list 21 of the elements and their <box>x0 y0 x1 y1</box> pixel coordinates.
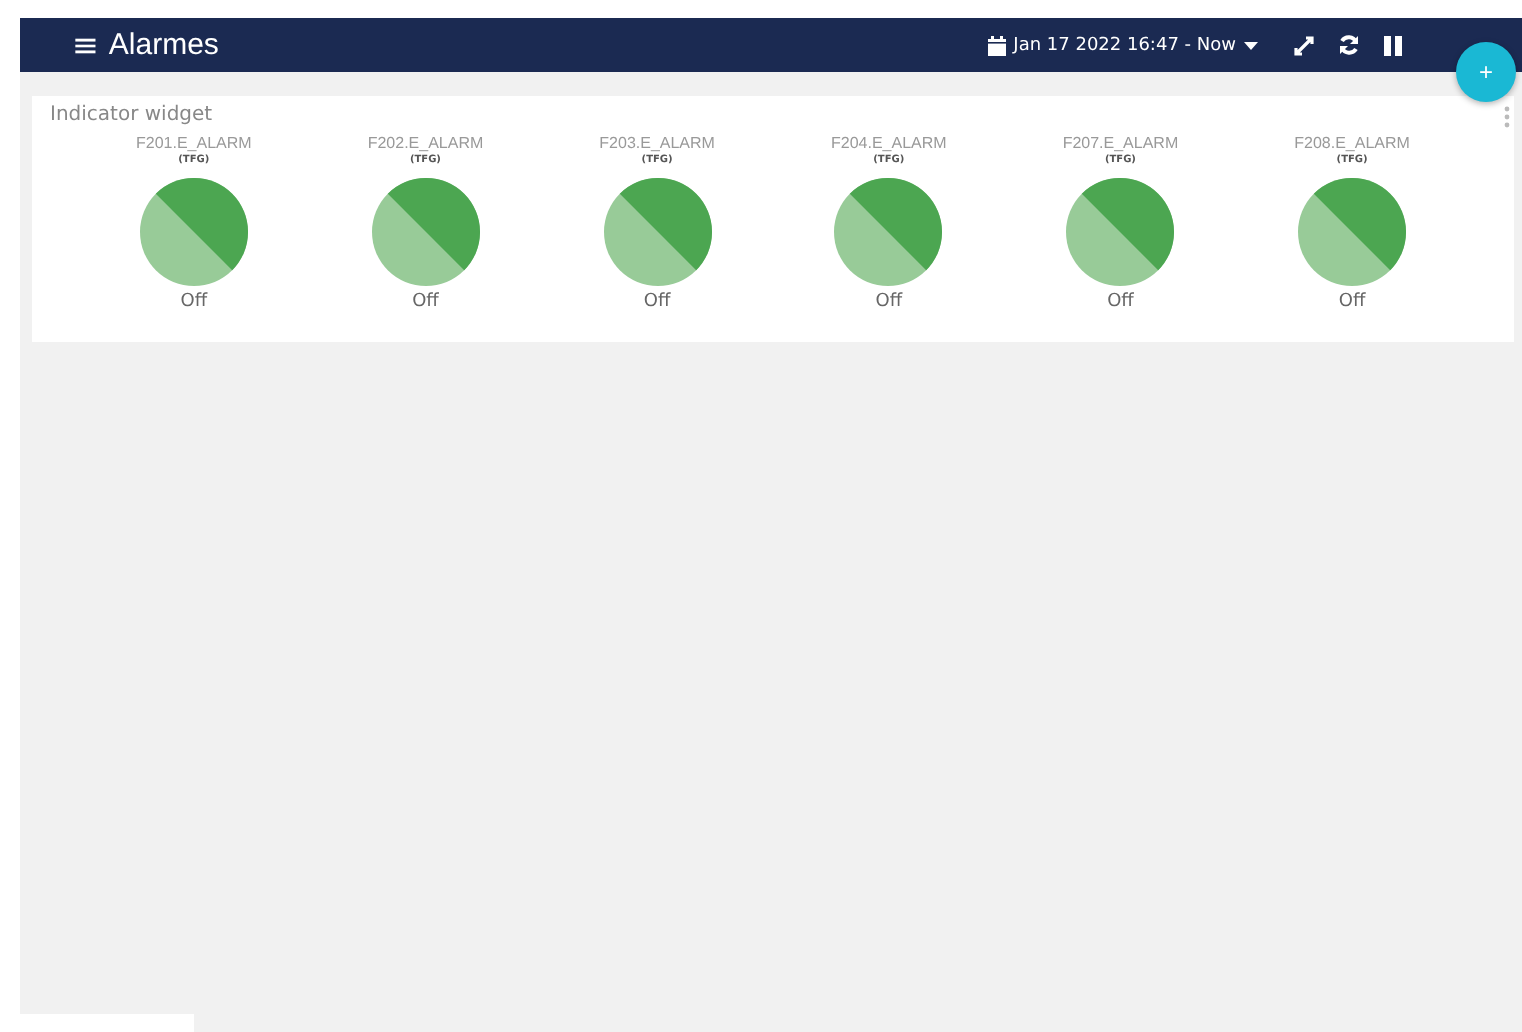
indicator-status: Off <box>875 292 903 312</box>
indicator-status: Off <box>1107 292 1134 312</box>
pause-icon[interactable] <box>1384 35 1402 55</box>
expand-icon[interactable] <box>1294 35 1314 55</box>
indicator-name: F202.E_ALARM <box>367 134 484 152</box>
indicator-name: F201.E_ALARM <box>136 134 252 152</box>
indicator-status: Off <box>412 292 439 312</box>
indicator-name: F207.E_ALARM <box>1062 134 1179 152</box>
indicator-name: F208.E_ALARM <box>1294 134 1410 152</box>
menu-button[interactable]: ≡ <box>72 26 99 64</box>
widget-title: Indicator widget <box>50 104 215 126</box>
caret-icon <box>1244 41 1258 49</box>
calendar-icon <box>987 35 1006 55</box>
indicator-name: F204.E_ALARM <box>830 134 947 152</box>
refresh-icon[interactable] <box>1338 34 1360 56</box>
indicator-status: Off <box>1338 292 1366 312</box>
dashboard-title: Alarmes <box>108 28 219 62</box>
indicator-status: Off <box>180 292 208 312</box>
date-range-button[interactable]: Jan 17 2022 16:47 - Now <box>987 35 1258 55</box>
indicator-name: F203.E_ALARM <box>599 134 715 152</box>
indicator-status: Off <box>643 292 671 312</box>
